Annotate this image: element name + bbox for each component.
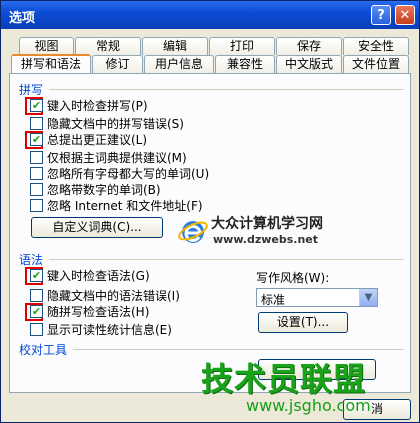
writing-style-select[interactable]: 标准 ▼ [256, 288, 378, 307]
tab-security[interactable]: 安全性 [343, 37, 409, 55]
checkbox-label: 仅根据主词典提供建议(M) [47, 151, 187, 165]
checkbox-main-dictionary-only[interactable] [30, 151, 43, 164]
watermark-url-2: www.jsgho.com [246, 396, 371, 415]
watermark-url: www.dzwebs.net [213, 233, 319, 246]
checkbox-label: 忽略带数字的单词(B) [47, 183, 161, 197]
tab-general[interactable]: 常规 [75, 37, 141, 55]
tab-view[interactable]: 视图 [19, 37, 74, 55]
tab-print[interactable]: 打印 [209, 37, 275, 55]
help-button[interactable]: ? [371, 5, 391, 25]
tab-user-info[interactable]: 用户信息 [144, 55, 214, 73]
section-title-spelling: 拼写 [19, 83, 44, 97]
writing-style-label: 写作风格(W): [256, 271, 330, 285]
grammar-settings-button[interactable]: 设置(T)... [258, 312, 348, 333]
tab-track-changes[interactable]: 修订 [92, 55, 143, 73]
watermark-brand-2: 技术员联盟 [201, 360, 367, 398]
tab-asian-typography[interactable]: 中文版式 [276, 55, 342, 73]
checkbox-label: 键入时检查语法(G) [47, 269, 150, 283]
section-divider [49, 89, 404, 90]
checkbox-label: 随拼写检查语法(H) [47, 305, 150, 319]
checkbox-always-suggest-corrections[interactable]: ✔ [30, 133, 43, 146]
checkbox-label: 总提出更正建议(L) [47, 133, 148, 147]
checkbox-ignore-internet-addresses[interactable] [30, 199, 43, 212]
watermark-brand: 大众计算机学习网 [211, 216, 323, 232]
checkbox-label: 隐藏文档中的拼写错误(S) [47, 117, 184, 131]
tab-save[interactable]: 保存 [276, 37, 342, 55]
dialog-title: 选项 [9, 11, 36, 26]
section-title-proofing: 校对工具 [19, 343, 68, 357]
checkbox-label: 隐藏文档中的语法错误(I) [47, 289, 180, 303]
ie-logo-icon [178, 221, 208, 243]
checkbox-label: 显示可读性统计信息(E) [47, 323, 172, 337]
tab-edit[interactable]: 编辑 [142, 37, 208, 55]
close-button[interactable]: ✕ [395, 5, 415, 25]
title-bar[interactable]: 选项 ? ✕ [1, 1, 419, 29]
checkbox-label: 键入时检查拼写(P) [47, 99, 148, 113]
tab-compatibility[interactable]: 兼容性 [215, 55, 275, 73]
chevron-down-icon[interactable]: ▼ [359, 289, 377, 306]
tab-spelling-grammar[interactable]: 拼写和语法 [11, 54, 91, 74]
checkbox-hide-grammar-errors[interactable] [30, 289, 43, 302]
writing-style-value: 标准 [261, 293, 286, 307]
options-dialog: 选项 ? ✕ 视图 常规 编辑 打印 保存 安全性 拼写和语法 修订 用户信息 … [0, 0, 420, 423]
section-title-grammar: 语法 [19, 253, 44, 267]
checkbox-check-grammar-as-you-type[interactable]: ✔ [30, 269, 43, 282]
checkbox-check-spelling-as-you-type[interactable]: ✔ [30, 99, 43, 112]
custom-dictionaries-button[interactable]: 自定义词典(C)... [31, 217, 163, 238]
section-divider [49, 259, 404, 260]
tab-file-locations[interactable]: 文件位置 [343, 55, 409, 73]
checkbox-ignore-uppercase[interactable] [30, 167, 43, 180]
section-divider [73, 349, 404, 350]
checkbox-check-grammar-with-spelling[interactable]: ✔ [30, 305, 43, 318]
checkbox-ignore-numbers[interactable] [30, 183, 43, 196]
checkbox-label: 忽略 Internet 和文件地址(F) [47, 199, 203, 213]
checkbox-show-readability-statistics[interactable] [30, 323, 43, 336]
checkbox-hide-spelling-errors[interactable] [30, 117, 43, 130]
checkbox-label: 忽略所有字母都大写的单词(U) [47, 167, 210, 181]
